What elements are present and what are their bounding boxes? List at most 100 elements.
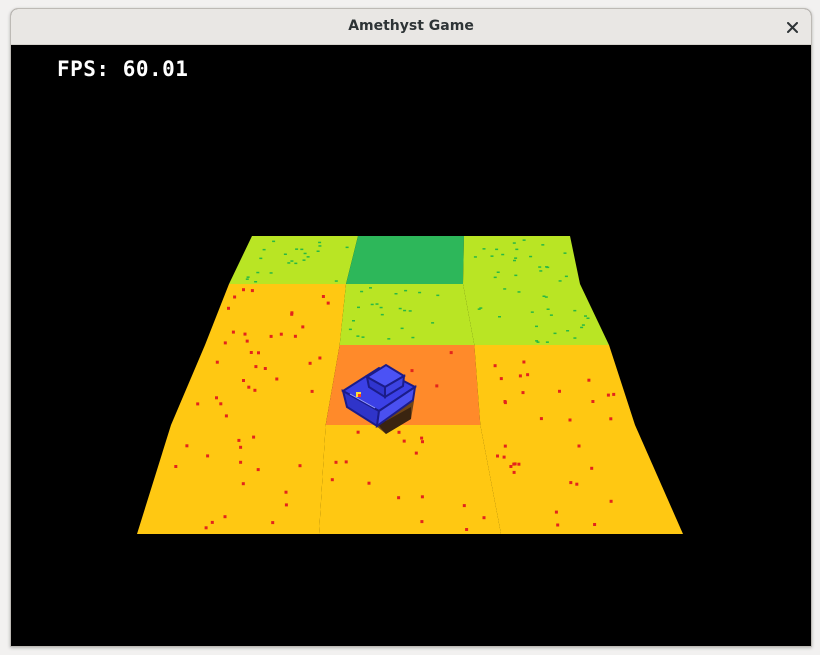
tile-texture-dot bbox=[294, 262, 298, 265]
tile-texture-dot bbox=[394, 293, 398, 295]
tile-texture-dot bbox=[482, 248, 486, 250]
tile-texture-dot bbox=[370, 303, 374, 306]
tile-texture-dot bbox=[587, 378, 591, 382]
tile-texture-dot bbox=[569, 481, 573, 485]
tile-texture-dot bbox=[568, 418, 572, 422]
tile-texture-dot bbox=[553, 332, 557, 335]
tile-texture-dot bbox=[549, 314, 553, 316]
tile-texture-dot bbox=[462, 504, 466, 508]
tile-texture-dot bbox=[512, 242, 516, 244]
tile-texture-dot bbox=[360, 290, 364, 293]
game-window: Amethyst Game FPS: 60.01 bbox=[10, 8, 812, 647]
tile-texture-dot bbox=[215, 360, 219, 364]
tile-texture-dot bbox=[269, 272, 273, 274]
tile-texture-dot bbox=[515, 248, 519, 251]
tile-texture-dot bbox=[556, 523, 560, 527]
tank-headlight-core bbox=[358, 394, 361, 397]
tile-texture-dot bbox=[227, 306, 230, 310]
tile-texture-dot bbox=[397, 496, 401, 500]
tile-texture-dot bbox=[316, 250, 320, 252]
close-button[interactable] bbox=[779, 14, 805, 40]
tile-texture-dot bbox=[514, 274, 518, 277]
tile-texture-dot bbox=[352, 320, 355, 322]
tile-texture-dot bbox=[418, 291, 422, 294]
tile-texture-dot bbox=[573, 309, 577, 312]
tile-texture-dot bbox=[420, 436, 424, 440]
tile-texture-dot bbox=[249, 351, 253, 354]
tile-texture-dot bbox=[496, 454, 499, 458]
tile-texture-dot bbox=[256, 271, 260, 274]
tile-texture-dot bbox=[301, 325, 305, 329]
tile-texture-dot bbox=[449, 351, 453, 355]
tile-texture-dot bbox=[493, 364, 497, 368]
tile-texture-dot bbox=[330, 478, 334, 482]
tile-texture-dot bbox=[539, 270, 543, 272]
tile-texture-dot bbox=[573, 337, 577, 339]
tile-texture-dot bbox=[219, 402, 223, 406]
tile-texture-dot bbox=[310, 389, 314, 393]
tile-texture-dot bbox=[593, 523, 597, 526]
tile-texture-dot bbox=[308, 361, 312, 365]
tile-texture-dot bbox=[501, 253, 505, 256]
tile-texture-dot bbox=[420, 520, 424, 524]
tile-texture-dot bbox=[245, 339, 249, 343]
tile-texture-dot bbox=[239, 460, 243, 464]
tile-texture-dot bbox=[521, 391, 525, 395]
tile-texture-dot bbox=[263, 367, 267, 370]
tile-texture-dot bbox=[477, 308, 481, 310]
tile-texture-dot bbox=[174, 465, 178, 468]
tile-texture-dot bbox=[518, 374, 522, 378]
tile-texture-dot bbox=[334, 460, 338, 464]
tile-texture-dot bbox=[303, 252, 307, 255]
title-bar[interactable]: Amethyst Game bbox=[11, 9, 811, 45]
tile-texture-dot bbox=[348, 328, 352, 331]
tile-texture-dot bbox=[522, 239, 526, 241]
tile-texture-dot bbox=[295, 248, 299, 250]
fps-counter: FPS: 60.01 bbox=[57, 57, 189, 81]
tile-texture-dot bbox=[490, 255, 494, 257]
tile-texture-dot bbox=[344, 460, 348, 464]
tile-texture-dot bbox=[411, 336, 415, 339]
tile-texture-dot bbox=[254, 365, 258, 369]
board-tile-0-2-grass bbox=[463, 236, 580, 284]
tile-texture-dot bbox=[575, 482, 579, 486]
tile-texture-dot bbox=[242, 379, 245, 382]
tile-texture-dot bbox=[247, 385, 251, 389]
tile-texture-dot bbox=[591, 400, 595, 403]
tile-texture-dot bbox=[517, 462, 521, 466]
tile-texture-dot bbox=[361, 336, 365, 338]
tile-texture-dot bbox=[241, 482, 245, 486]
tile-texture-dot bbox=[580, 326, 584, 329]
tile-texture-dot bbox=[482, 516, 486, 520]
tile-texture-dot bbox=[231, 330, 235, 334]
tile-texture-dot bbox=[420, 495, 424, 499]
tile-texture-dot bbox=[245, 278, 249, 280]
board-tile-0-1-dark_grass bbox=[346, 236, 464, 284]
tile-texture-dot bbox=[300, 248, 304, 251]
tile-texture-dot bbox=[539, 417, 543, 421]
close-icon bbox=[786, 21, 798, 33]
tile-texture-dot bbox=[529, 255, 533, 258]
tile-texture-dot bbox=[397, 430, 401, 434]
board-tile-1-0-sand bbox=[205, 284, 346, 345]
tile-texture-dot bbox=[421, 440, 424, 444]
tile-texture-dot bbox=[284, 503, 288, 507]
tile-texture-dot bbox=[612, 392, 616, 396]
tile-texture-dot bbox=[237, 438, 241, 442]
tile-texture-dot bbox=[233, 295, 237, 299]
tile-texture-dot bbox=[287, 262, 291, 264]
tile-texture-dot bbox=[254, 281, 258, 283]
tile-texture-dot bbox=[269, 334, 273, 338]
tile-texture-dot bbox=[204, 526, 208, 530]
tile-texture-dot bbox=[435, 384, 439, 388]
tile-texture-dot bbox=[502, 455, 506, 459]
board-tile-2-2-sand bbox=[474, 345, 635, 425]
window-title: Amethyst Game bbox=[348, 18, 474, 34]
tile-texture-dot bbox=[256, 468, 260, 472]
game-viewport[interactable]: FPS: 60.01 bbox=[11, 45, 811, 646]
tile-texture-dot bbox=[473, 256, 477, 258]
tile-texture-dot bbox=[526, 373, 530, 377]
board-tile-1-1-grass bbox=[339, 284, 475, 345]
tile-texture-dot bbox=[250, 289, 254, 293]
tile-texture-dot bbox=[302, 259, 306, 261]
